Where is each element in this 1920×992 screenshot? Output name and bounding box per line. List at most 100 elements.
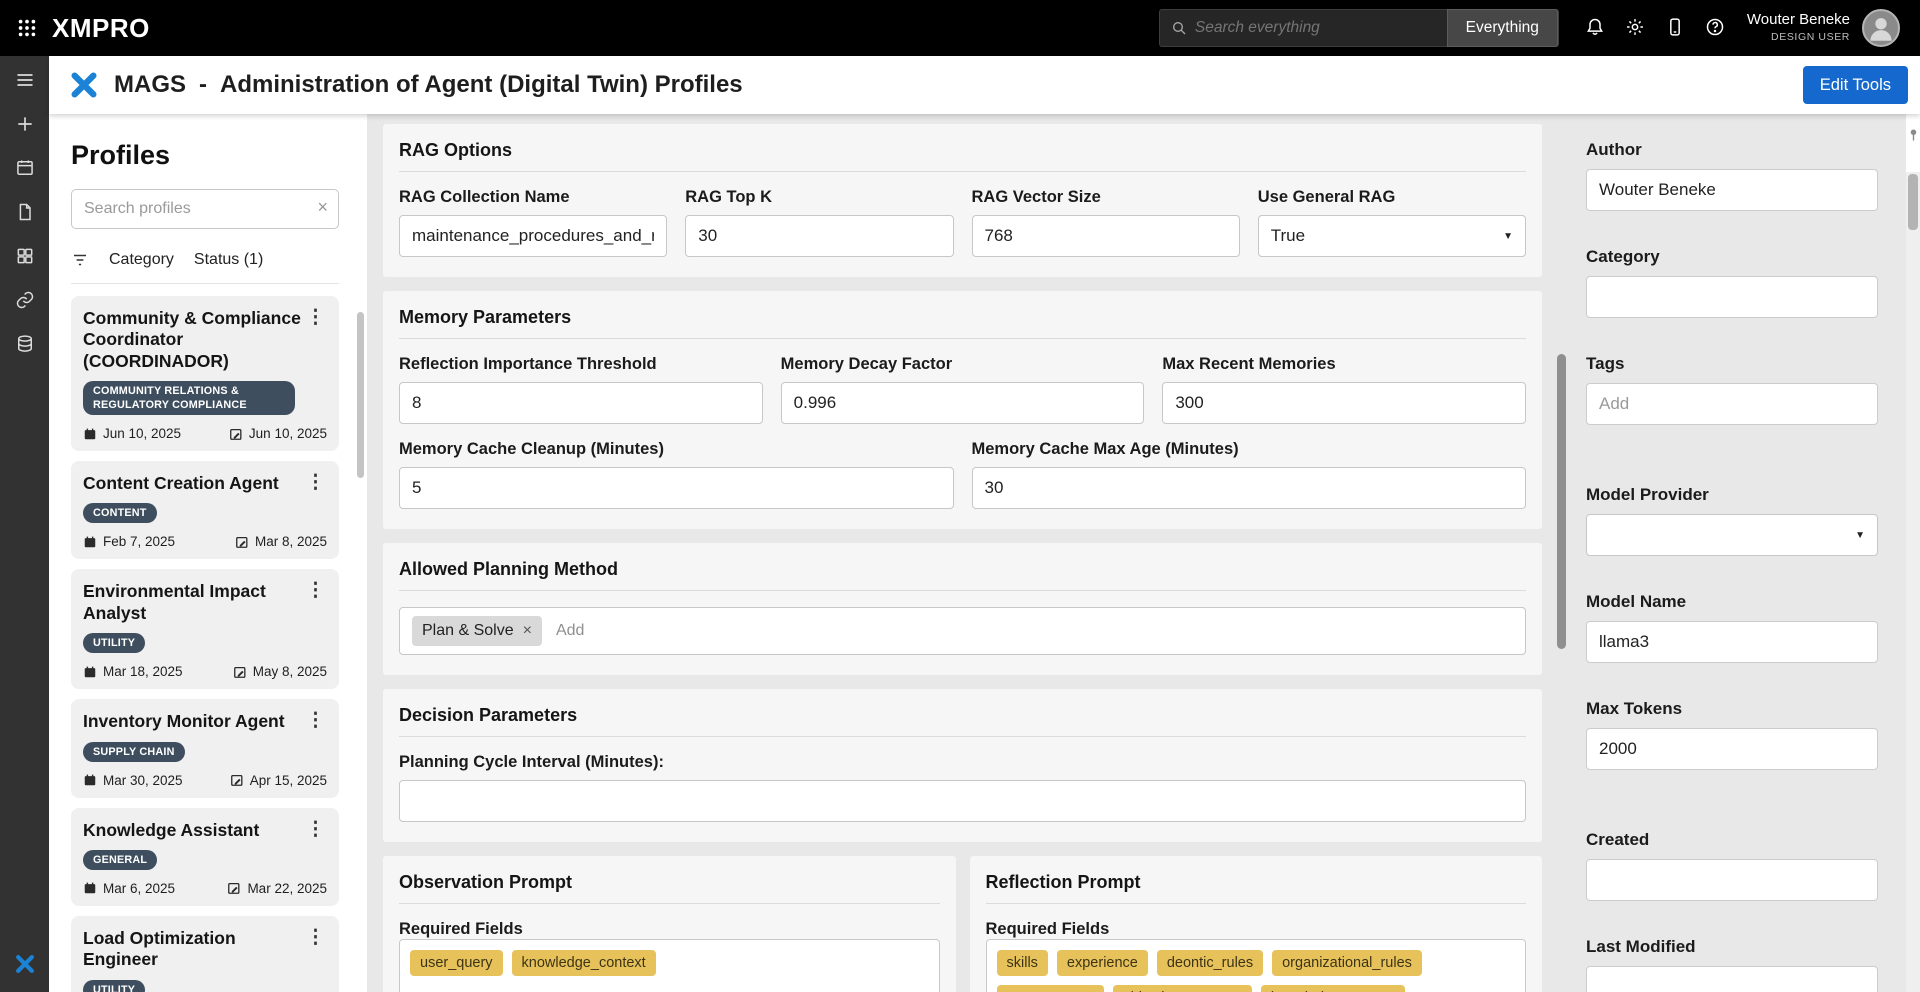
filter-funnel-icon[interactable] xyxy=(71,251,89,269)
chevron-down-icon: ▼ xyxy=(1503,231,1513,242)
menu-button[interactable] xyxy=(15,70,35,93)
page-scrollbar-thumb[interactable] xyxy=(1908,174,1918,230)
field-tag[interactable]: experience xyxy=(1057,950,1148,976)
filter-status[interactable]: Status (1) xyxy=(194,251,263,269)
profile-menu-button[interactable]: ⋮ xyxy=(304,473,327,492)
field-tag[interactable]: user_query xyxy=(410,950,503,976)
search-scope-button[interactable]: Everything xyxy=(1447,9,1558,47)
rail-item-data[interactable] xyxy=(15,334,35,357)
calendar-edit-icon xyxy=(233,665,247,679)
tags-input[interactable] xyxy=(1586,383,1878,425)
profile-name: Content Creation Agent xyxy=(83,473,279,494)
memory-decay-factor-label: Memory Decay Factor xyxy=(781,355,1145,374)
planning-add-placeholder: Add xyxy=(556,622,584,640)
document-icon xyxy=(15,202,35,222)
add-new-button[interactable] xyxy=(15,114,35,137)
profiles-search-input[interactable] xyxy=(71,189,339,229)
category-input[interactable] xyxy=(1586,276,1878,318)
page-title-text: Administration of Agent (Digital Twin) P… xyxy=(220,71,743,99)
last-modified-input[interactable] xyxy=(1586,966,1878,992)
mobile-app-button[interactable] xyxy=(1665,17,1685,40)
profile-menu-button[interactable]: ⋮ xyxy=(304,711,327,730)
profile-menu-button[interactable]: ⋮ xyxy=(304,308,327,327)
rail-item-boards[interactable] xyxy=(15,158,35,181)
rag-collection-name-input[interactable] xyxy=(399,215,667,257)
max-recent-memories-input[interactable] xyxy=(1162,382,1526,424)
xmpro-x-button[interactable] xyxy=(14,953,36,978)
rail-item-connections[interactable] xyxy=(15,290,35,313)
main-scrollbar-thumb[interactable] xyxy=(1557,354,1566,649)
created-input[interactable] xyxy=(1586,859,1878,901)
rag-top-k-input[interactable] xyxy=(685,215,953,257)
observation-required-fields-label: Required Fields xyxy=(399,920,523,938)
profile-card[interactable]: Knowledge Assistant ⋮ GENERAL Mar 6, 202… xyxy=(71,808,339,906)
help-button[interactable] xyxy=(1705,17,1725,40)
profile-menu-button[interactable]: ⋮ xyxy=(304,928,327,947)
section-title: Allowed Planning Method xyxy=(399,559,1526,591)
max-tokens-input[interactable] xyxy=(1586,728,1878,770)
edit-tools-button[interactable]: Edit Tools xyxy=(1803,66,1908,104)
search-input[interactable] xyxy=(1187,19,1447,37)
avatar[interactable] xyxy=(1862,9,1900,47)
apps-grid-icon[interactable] xyxy=(16,17,38,39)
field-tag[interactable]: organizational_rules xyxy=(1272,950,1422,976)
field-tag[interactable]: knowledge_context xyxy=(512,950,656,976)
section-title: RAG Options xyxy=(399,140,1526,172)
modified-date: Mar 8, 2025 xyxy=(235,534,327,549)
rag-vector-size-input[interactable] xyxy=(972,215,1240,257)
field-tag[interactable]: objectives_context xyxy=(1113,985,1252,992)
field-tag[interactable]: team_context xyxy=(997,985,1104,992)
notifications-button[interactable] xyxy=(1585,17,1605,40)
author-label: Author xyxy=(1586,140,1878,160)
profiles-scrollbar-thumb[interactable] xyxy=(357,312,364,478)
rag-top-k-label: RAG Top K xyxy=(685,188,953,207)
calendar-edit-icon xyxy=(230,773,244,787)
profiles-heading: Profiles xyxy=(71,140,357,171)
use-general-rag-select[interactable]: True ▼ xyxy=(1258,215,1526,257)
cache-max-age-label: Memory Cache Max Age (Minutes) xyxy=(972,440,1527,459)
settings-button[interactable] xyxy=(1625,17,1645,40)
hamburger-icon xyxy=(15,70,35,90)
rag-collection-name-label: RAG Collection Name xyxy=(399,188,667,207)
section-reflection-prompt: Reflection Prompt Required Fields skills… xyxy=(970,856,1543,992)
profiles-panel: Profiles × Category Status (1) Community… xyxy=(49,114,367,992)
reflection-required-fields[interactable]: skills experience deontic_rules organiza… xyxy=(986,939,1527,992)
page-scrollbar-track[interactable] xyxy=(1906,172,1920,992)
field-tag[interactable]: knowledge_context xyxy=(1261,985,1405,992)
topbar: XMPRO Everything Wou xyxy=(0,0,1920,56)
reflection-required-fields-label: Required Fields xyxy=(986,920,1110,938)
planning-method-input[interactable]: Plan & Solve × Add xyxy=(399,607,1526,655)
category-label: Category xyxy=(1586,247,1878,267)
rail-item-documents[interactable] xyxy=(15,202,35,225)
field-tag[interactable]: skills xyxy=(997,950,1048,976)
author-input[interactable] xyxy=(1586,169,1878,211)
use-general-rag-label: Use General RAG xyxy=(1258,188,1526,207)
remove-chip-icon[interactable]: × xyxy=(523,622,532,640)
profile-card[interactable]: Environmental Impact Analyst ⋮ UTILITY M… xyxy=(71,569,339,689)
profile-menu-button[interactable]: ⋮ xyxy=(304,820,327,839)
profile-card[interactable]: Content Creation Agent ⋮ CONTENT Feb 7, … xyxy=(71,461,339,559)
cache-max-age-input[interactable] xyxy=(972,467,1527,509)
planning-cycle-interval-input[interactable] xyxy=(399,780,1526,822)
profile-card[interactable]: Load Optimization Engineer ⋮ UTILITY Mar… xyxy=(71,916,339,992)
filter-category[interactable]: Category xyxy=(109,251,174,269)
max-recent-memories-label: Max Recent Memories xyxy=(1162,355,1526,374)
observation-required-fields[interactable]: user_query knowledge_context xyxy=(399,939,940,992)
profile-card[interactable]: Community & Compliance Coordinator (COOR… xyxy=(71,296,339,451)
field-tag[interactable]: deontic_rules xyxy=(1157,950,1263,976)
rail-item-modules[interactable] xyxy=(15,246,35,269)
profile-menu-button[interactable]: ⋮ xyxy=(304,581,327,600)
max-tokens-label: Max Tokens xyxy=(1586,699,1878,719)
model-name-input[interactable] xyxy=(1586,621,1878,663)
profile-card[interactable]: Inventory Monitor Agent ⋮ SUPPLY CHAIN M… xyxy=(71,699,339,797)
reflection-threshold-input[interactable] xyxy=(399,382,763,424)
calendar-icon xyxy=(83,881,97,895)
model-provider-select[interactable]: ▼ xyxy=(1586,514,1878,556)
search-clear-icon[interactable]: × xyxy=(317,197,328,218)
profile-name: Knowledge Assistant xyxy=(83,820,259,841)
section-title: Observation Prompt xyxy=(399,872,940,904)
cache-cleanup-input[interactable] xyxy=(399,467,954,509)
pin-icon[interactable] xyxy=(1908,128,1919,142)
memory-decay-factor-input[interactable] xyxy=(781,382,1145,424)
calendar-edit-icon xyxy=(227,881,241,895)
